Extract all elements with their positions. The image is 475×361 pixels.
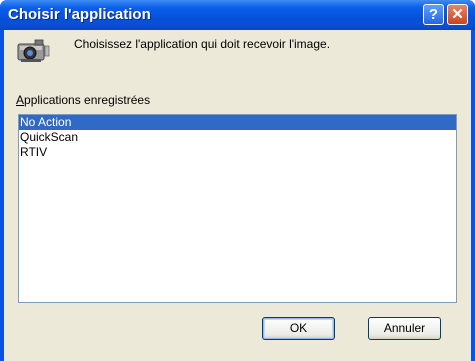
list-item[interactable]: QuickScan: [19, 130, 456, 145]
list-item[interactable]: No Action: [19, 115, 456, 130]
applications-label-accelerator: A: [16, 93, 25, 107]
help-button[interactable]: ?: [423, 4, 444, 25]
cancel-button[interactable]: Annuler: [368, 317, 441, 340]
list-item[interactable]: RTIV: [19, 145, 456, 160]
close-button[interactable]: ✕: [447, 4, 468, 25]
applications-label: Applications enregistrées: [16, 93, 150, 107]
applications-label-text: pplications enregistrées: [24, 93, 151, 107]
title-bar[interactable]: Choisir l'application ? ✕: [0, 0, 475, 30]
camera-icon: [17, 39, 50, 62]
ok-button[interactable]: OK: [262, 317, 335, 340]
instruction-text: Choisissez l'application qui doit recevo…: [74, 37, 331, 51]
window-title: Choisir l'application: [8, 6, 151, 23]
applications-listbox[interactable]: No Action QuickScan RTIV: [18, 114, 457, 303]
